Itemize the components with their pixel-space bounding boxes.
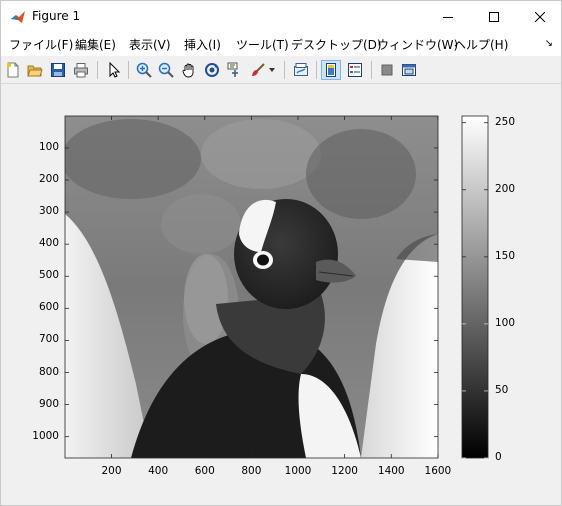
menu-file[interactable]: ファイル(F): [9, 36, 73, 53]
minimize-icon: [443, 16, 453, 18]
zoom-out-icon: [158, 62, 174, 78]
x-tick-label: 1400: [377, 465, 405, 477]
save-button[interactable]: [48, 60, 68, 80]
zoom-in-button[interactable]: [134, 60, 154, 80]
colorbar-tick-label: 0: [495, 451, 502, 463]
window-title: Figure 1: [32, 9, 81, 23]
show-plot-tools-icon: [402, 64, 416, 76]
link-plot-icon: [294, 63, 308, 76]
y-tick-label: 200: [38, 173, 59, 185]
y-tick-label: 900: [38, 397, 59, 410]
chevron-down-icon: [269, 68, 275, 72]
title-bar: Figure 1: [0, 0, 562, 32]
x-tick-label: 200: [101, 465, 122, 477]
menu-window[interactable]: ウィンドウ(W): [377, 36, 458, 53]
menu-view[interactable]: 表示(V): [129, 36, 171, 53]
y-tick-label: 700: [38, 333, 59, 346]
rotate-3d-icon: [205, 63, 219, 77]
toolbar-separator: [371, 61, 372, 79]
y-tick-label: 500: [38, 269, 59, 282]
matlab-logo-icon: [11, 11, 25, 23]
new-figure-button[interactable]: [3, 60, 23, 80]
show-plot-tools-button[interactable]: [399, 60, 419, 80]
y-tick-label: 1000: [32, 429, 59, 442]
select-pointer-button[interactable]: [104, 60, 124, 80]
colorbar: [461, 115, 489, 459]
close-button[interactable]: [517, 1, 562, 32]
colorbar-tick-label: 100: [495, 316, 516, 329]
menu-bar: ファイル(F) 編集(E) 表示(V) 挿入(I) ツール(T) デスクトップ(…: [0, 32, 562, 56]
print-icon: [74, 63, 88, 78]
colorbar-icon: [326, 63, 336, 77]
figure-canvas: 200 400 600 800 1000 1200 1400 1600 100 200 300 40…: [0, 84, 562, 506]
colorbar-tick-label: 150: [495, 249, 516, 262]
zoom-in-icon: [136, 62, 152, 78]
legend-icon: [348, 63, 362, 77]
menu-tools[interactable]: ツール(T): [236, 36, 289, 53]
colorbar-tick-label: 200: [495, 182, 516, 195]
menu-help[interactable]: ヘルプ(H): [454, 36, 508, 53]
y-tick-label: 300: [38, 205, 59, 218]
print-button[interactable]: [71, 60, 91, 80]
y-tick-label: 100: [38, 140, 59, 153]
link-plot-button[interactable]: [291, 60, 311, 80]
minimize-button[interactable]: [425, 1, 471, 32]
x-tick-label: 400: [148, 465, 169, 477]
legend-button[interactable]: [345, 60, 365, 80]
x-tick-label: 600: [194, 465, 215, 477]
zoom-out-button[interactable]: [156, 60, 176, 80]
toolbar-separator: [97, 61, 98, 79]
open-file-button[interactable]: [25, 60, 45, 80]
data-cursor-icon: [227, 62, 238, 77]
data-cursor-button[interactable]: [225, 60, 245, 80]
penguin-image: [65, 116, 438, 458]
x-tick-label: 1200: [331, 465, 358, 477]
save-icon: [51, 63, 65, 77]
new-figure-icon: [7, 62, 19, 78]
x-tick-label: 800: [241, 465, 262, 477]
maximize-button[interactable]: [471, 1, 517, 32]
colorbar-tick-label: 50: [495, 383, 509, 396]
menu-edit[interactable]: 編集(E): [75, 36, 116, 53]
expand-arrow-icon[interactable]: ↘: [545, 38, 553, 49]
rotate-3d-button[interactable]: [202, 60, 222, 80]
select-pointer-icon: [109, 62, 121, 78]
colorbar-tick-label: 250: [495, 115, 516, 128]
hide-plot-tools-button[interactable]: [377, 60, 397, 80]
pan-hand-icon: [182, 63, 194, 78]
brush-icon: [252, 63, 265, 76]
brush-dropdown-button[interactable]: [267, 60, 277, 80]
maximize-icon: [489, 11, 499, 22]
open-file-icon: [27, 65, 43, 77]
figure-plot-svg: [64, 115, 489, 459]
hide-plot-tools-icon: [381, 64, 393, 76]
toolbar-separator: [128, 61, 129, 79]
brush-button[interactable]: [248, 60, 268, 80]
y-tick-label: 600: [38, 301, 59, 314]
toolbar-separator: [284, 61, 285, 79]
pan-button[interactable]: [179, 60, 199, 80]
x-tick-label: 1600: [424, 465, 452, 477]
figure-toolbar: [0, 56, 562, 84]
toolbar-separator: [316, 61, 317, 79]
y-tick-label: 800: [38, 365, 59, 378]
menu-desktop[interactable]: デスクトップ(D): [291, 36, 382, 53]
y-tick-label: 400: [38, 237, 59, 250]
menu-insert[interactable]: 挿入(I): [184, 36, 221, 53]
close-icon: [535, 11, 545, 22]
colorbar-button[interactable]: [321, 60, 341, 80]
x-tick-label: 1000: [284, 465, 312, 477]
